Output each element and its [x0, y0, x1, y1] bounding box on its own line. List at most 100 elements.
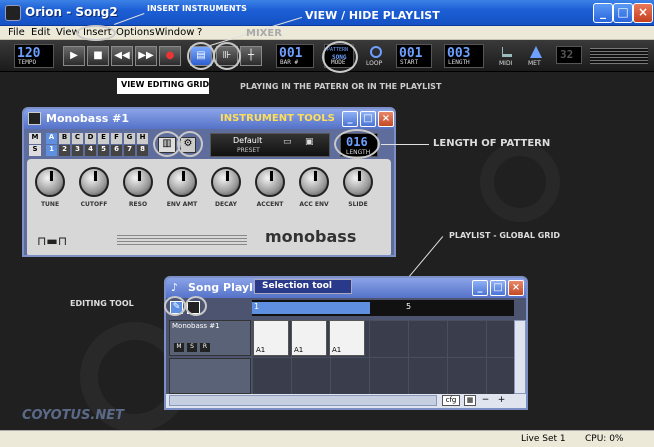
- pattern-number-button[interactable]: 4: [85, 145, 96, 156]
- playlist-close-button[interactable]: ×: [508, 280, 524, 296]
- ruler-mark: 1: [254, 302, 260, 311]
- track-mute-button[interactable]: M: [174, 343, 184, 352]
- menu-edit[interactable]: Edit: [31, 27, 50, 38]
- pattern-letter-button[interactable]: H: [137, 133, 148, 144]
- length-display[interactable]: 003 LENGTH: [444, 44, 484, 68]
- pattern-number-button[interactable]: 1: [46, 145, 57, 156]
- track-record-button[interactable]: R: [200, 343, 210, 352]
- pattern-number-button[interactable]: 7: [124, 145, 135, 156]
- stop-button[interactable]: ■: [87, 46, 109, 66]
- rewind-button[interactable]: ◀◀: [111, 46, 133, 66]
- loop-region[interactable]: [252, 302, 370, 314]
- monobass-mute-button[interactable]: M: [29, 133, 41, 144]
- pattern-letter-button[interactable]: C: [72, 133, 83, 144]
- monobass-maximize-button[interactable]: □: [360, 111, 376, 127]
- knob-label: ENV AMT: [166, 201, 198, 208]
- knob-acc-env[interactable]: [299, 167, 329, 197]
- grid-view-icon[interactable]: ▦: [464, 395, 476, 406]
- knob-label: ACCENT: [256, 201, 284, 208]
- monobass-window: Monobass #1 _ □ × M S A1B2C3D4E5F6G7H8 ▥…: [22, 107, 396, 257]
- knob-tune[interactable]: [35, 167, 65, 197]
- number-display: 32: [556, 46, 582, 64]
- pattern-letter-button[interactable]: F: [111, 133, 122, 144]
- pattern-number-button[interactable]: 5: [98, 145, 109, 156]
- monobass-solo-button[interactable]: S: [29, 145, 41, 156]
- annotation-instrument-tools: INSTRUMENT TOOLS: [220, 113, 335, 124]
- pattern-letter-button[interactable]: D: [85, 133, 96, 144]
- pattern-number-button[interactable]: 6: [111, 145, 122, 156]
- knob-label: ACC ENV: [299, 201, 329, 208]
- record-button[interactable]: ●: [159, 46, 181, 66]
- playlist-maximize-button[interactable]: □: [490, 280, 506, 296]
- playlist-grid[interactable]: A1 A1 A1: [252, 320, 514, 394]
- tempo-display[interactable]: 120 TEMPO: [14, 44, 54, 68]
- monobass-minimize-button[interactable]: _: [342, 111, 358, 127]
- monobass-titlebar[interactable]: Monobass #1 _ □ ×: [24, 109, 394, 129]
- close-button[interactable]: ×: [633, 3, 653, 23]
- zoom-out-icon[interactable]: −: [480, 395, 491, 406]
- knob-accent[interactable]: [255, 167, 285, 197]
- track-solo-button[interactable]: S: [187, 343, 197, 352]
- folder-icon[interactable]: ▭: [283, 137, 292, 147]
- metronome-icon[interactable]: [530, 46, 542, 58]
- orion-app-icon: [5, 5, 21, 21]
- knob-indicator: [138, 171, 141, 181]
- knob-label: TUNE: [40, 201, 60, 208]
- preset-selector[interactable]: Default PRESET ▭ ▣: [210, 133, 330, 157]
- annotation-length-of-pattern: LENGTH OF PATTERN: [433, 138, 551, 149]
- monobass-close-button[interactable]: ×: [378, 111, 394, 127]
- menu-window[interactable]: Window: [155, 27, 194, 38]
- knob-decay[interactable]: [211, 167, 241, 197]
- playlist-minimize-button[interactable]: _: [472, 280, 488, 296]
- clip-label: A1: [294, 346, 304, 354]
- minimize-button[interactable]: _: [593, 3, 613, 23]
- track-header[interactable]: Monobass #1 M S R: [169, 320, 251, 356]
- knob-reso[interactable]: [123, 167, 153, 197]
- monobass-synth-panel: TUNE CUTOFF RESO ENV AMT DECAY ACCENT ACC ENV S…: [27, 159, 391, 255]
- knob-label: SLIDE: [348, 201, 368, 208]
- pattern-letter-button[interactable]: E: [98, 133, 109, 144]
- knob-label: CUTOFF: [80, 201, 108, 208]
- horizontal-scrollbar[interactable]: [169, 395, 437, 406]
- playlist-bottom-bar: cfg ▦ − +: [166, 394, 526, 408]
- cfg-button[interactable]: cfg: [442, 395, 460, 406]
- menu-options[interactable]: Options: [116, 27, 155, 38]
- pattern-letter-button[interactable]: B: [59, 133, 70, 144]
- menu-help[interactable]: ?: [197, 27, 202, 38]
- zoom-in-icon[interactable]: +: [496, 395, 507, 406]
- bar-display[interactable]: 001 BAR #: [276, 44, 314, 68]
- pattern-clip[interactable]: A1: [253, 320, 289, 356]
- pattern-letter-button[interactable]: A: [46, 133, 57, 144]
- pattern-clip[interactable]: A1: [329, 320, 365, 356]
- pattern-number-button[interactable]: 2: [59, 145, 70, 156]
- bar-label: BAR #: [280, 59, 299, 66]
- callout-insert: [76, 25, 116, 41]
- save-icon[interactable]: ▣: [305, 137, 314, 147]
- vertical-scrollbar[interactable]: [514, 320, 526, 394]
- loop-label: LOOP: [366, 60, 383, 67]
- playlist-ruler[interactable]: 1 5: [252, 300, 514, 316]
- fast-forward-button[interactable]: ▶▶: [135, 46, 157, 66]
- maximize-button[interactable]: □: [613, 3, 633, 23]
- annotation-view-editing-grid: VIEW EDITING GRID: [121, 80, 210, 89]
- pattern-letter-button[interactable]: G: [124, 133, 135, 144]
- pattern-number-button[interactable]: 3: [72, 145, 83, 156]
- annotation-view-hide-playlist: VIEW / HIDE PLAYLIST: [305, 9, 440, 22]
- callout-mode: [322, 41, 358, 73]
- start-display[interactable]: 001 START: [396, 44, 432, 68]
- knob-env-amt[interactable]: [167, 167, 197, 197]
- loop-icon[interactable]: [370, 46, 382, 58]
- midi-icon[interactable]: [502, 47, 512, 57]
- waveform-switch[interactable]: ⊓▬⊓: [37, 234, 97, 248]
- menu-file[interactable]: File: [8, 27, 25, 38]
- play-button[interactable]: ▶: [63, 46, 85, 66]
- pattern-number-button[interactable]: 8: [137, 145, 148, 156]
- track-header-empty[interactable]: [169, 358, 251, 394]
- callout-selection-tool: [185, 296, 207, 316]
- playlist-icon: ♪: [171, 281, 179, 294]
- knob-cutoff[interactable]: [79, 167, 109, 197]
- pattern-clip[interactable]: A1: [291, 320, 327, 356]
- knob-slide[interactable]: [343, 167, 373, 197]
- annotation-playing-mode: PLAYING IN THE PATERN OR IN THE PLAYLIST: [240, 82, 442, 91]
- mixer-fader-button[interactable]: ┼: [240, 46, 262, 66]
